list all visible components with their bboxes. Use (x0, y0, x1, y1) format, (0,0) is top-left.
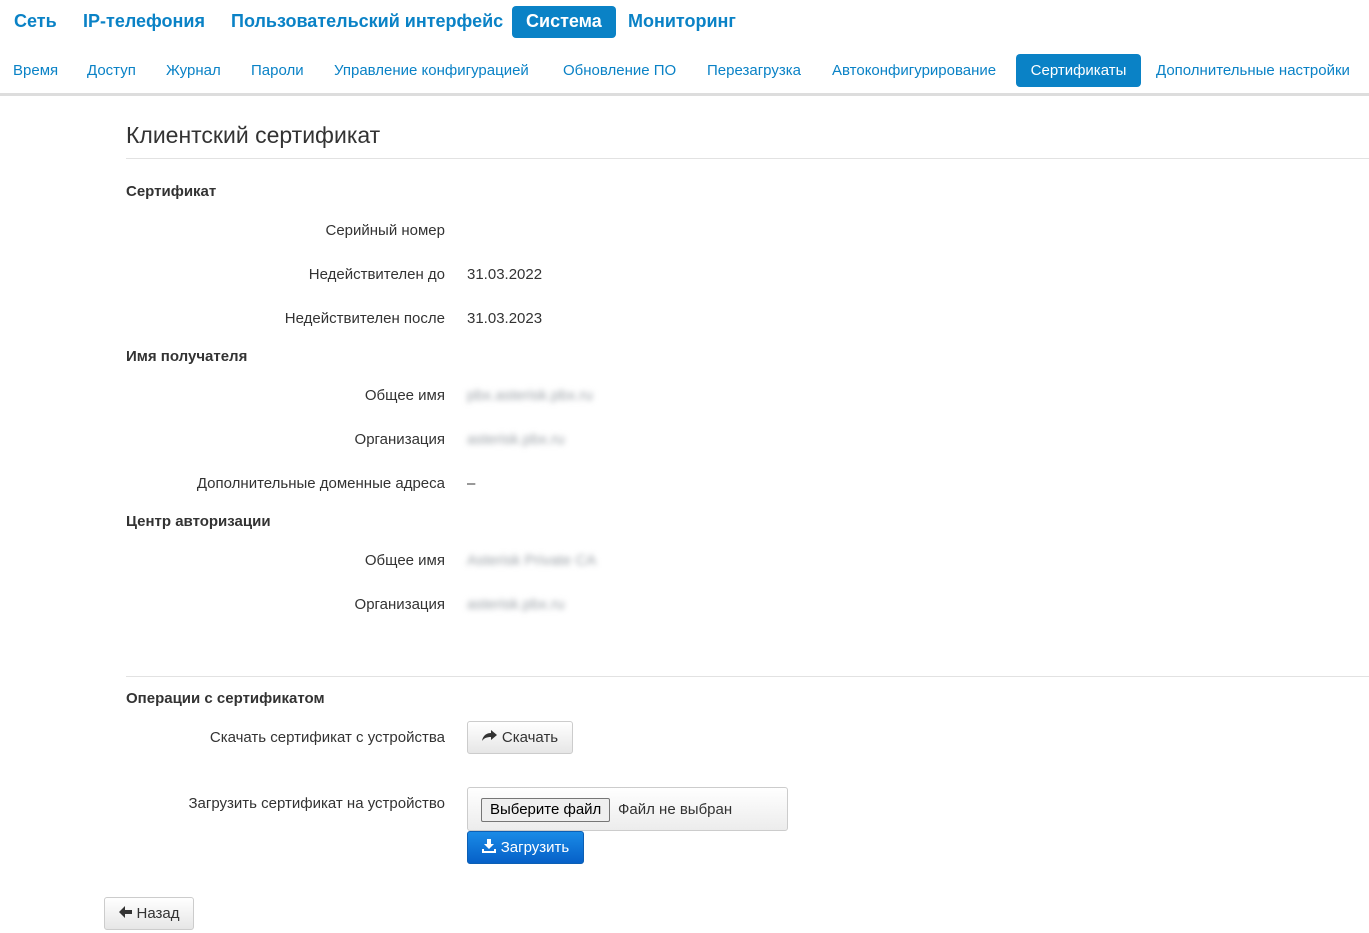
alt-names-label: Дополнительные доменные адреса (196, 475, 445, 492)
share-arrow-icon (481, 729, 497, 746)
alt-names-value: – (467, 475, 476, 492)
section-operations: Операции с сертификатом (126, 690, 325, 707)
subject-organization-label: Организация (354, 431, 445, 448)
tab-advanced-settings[interactable]: Дополнительные настройки (1144, 54, 1362, 87)
file-status: Файл не выбран (618, 801, 733, 818)
serial-number-label: Серийный номер (325, 222, 445, 239)
download-tray-icon (481, 838, 496, 857)
issuer-common-name-value: Asterisk Private CA (467, 552, 597, 569)
tab-log[interactable]: Журнал (154, 54, 233, 87)
subject-common-name-label: Общее имя (364, 387, 445, 404)
not-before-value: 31.03.2022 (467, 266, 543, 283)
top-nav-item-user-interface[interactable]: Пользовательский интерфейс (217, 6, 517, 38)
upload-button-label: Загрузить (500, 839, 570, 856)
top-nav-item-ip-telephony[interactable]: IP-телефония (69, 6, 219, 38)
top-nav-item-network[interactable]: Сеть (0, 6, 71, 38)
issuer-organization-label: Организация (354, 596, 445, 613)
tab-reboot[interactable]: Перезагрузка (695, 54, 813, 87)
tab-passwords[interactable]: Пароли (239, 54, 316, 87)
tab-certificates[interactable]: Сертификаты (1016, 54, 1141, 87)
download-button[interactable]: Скачать (467, 721, 573, 754)
top-nav-item-system[interactable]: Система (512, 6, 616, 38)
tab-time[interactable]: Время (1, 54, 70, 87)
back-button[interactable]: Назад (104, 897, 194, 930)
issuer-organization-value: asterisk.pbx.ru (467, 596, 565, 613)
page-title: Клиентский сертификат (126, 122, 381, 148)
not-after-label: Недействителен после (284, 310, 445, 327)
download-certificate-label: Скачать сертификат с устройства (209, 729, 445, 746)
download-button-label: Скачать (501, 729, 559, 746)
subject-organization-value: asterisk.pbx.ru (467, 431, 565, 448)
top-nav: Сеть IP-телефония Пользовательский интер… (0, 0, 1369, 42)
sub-nav: Время Доступ Журнал Пароли Управление ко… (0, 52, 1369, 96)
upload-certificate-label: Загрузить сертификат на устройство (188, 795, 446, 812)
section-subject: Имя получателя (126, 348, 248, 365)
choose-file-button[interactable]: Выберите файл (481, 798, 611, 822)
tab-firmware-update[interactable]: Обновление ПО (551, 54, 688, 87)
upload-button[interactable]: Загрузить (467, 831, 584, 864)
back-button-label: Назад (136, 905, 180, 922)
operations-divider (126, 676, 1369, 677)
subject-common-name-value: pbx.asterisk.pbx.ru (467, 387, 593, 404)
arrow-left-icon (118, 905, 132, 922)
issuer-common-name-label: Общее имя (364, 552, 445, 569)
title-divider (126, 158, 1369, 159)
tab-autoprovisioning[interactable]: Автоконфигурирование (820, 54, 1008, 87)
not-after-value: 31.03.2023 (467, 310, 543, 327)
tab-config-management[interactable]: Управление конфигурацией (322, 54, 541, 87)
section-issuer: Центр авторизации (126, 513, 271, 530)
tab-access[interactable]: Доступ (75, 54, 148, 87)
file-input: Выберите файл Файл не выбран (467, 787, 788, 831)
not-before-label: Недействителен до (308, 266, 445, 283)
top-nav-item-monitoring[interactable]: Мониторинг (614, 6, 750, 38)
section-certificate: Сертификат (126, 183, 217, 200)
